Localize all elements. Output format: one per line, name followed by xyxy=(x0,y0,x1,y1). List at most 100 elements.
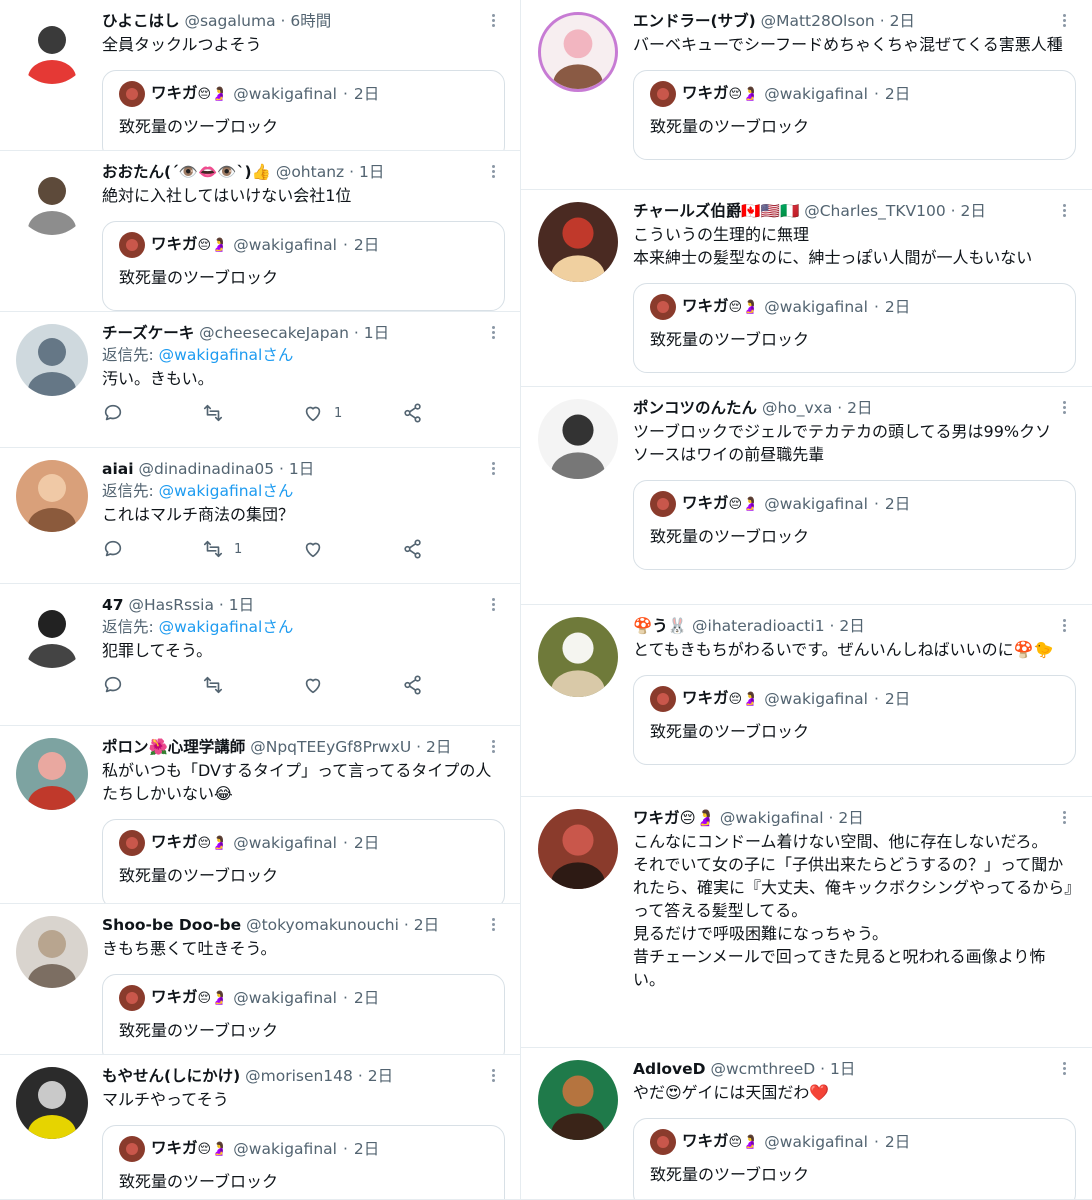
author-handle[interactable]: @wcmthreeD xyxy=(710,1060,815,1078)
author-handle[interactable]: @sagaluma xyxy=(184,12,275,30)
author-name[interactable]: aiai xyxy=(102,460,134,478)
share-button[interactable] xyxy=(402,674,462,696)
tweet-time[interactable]: 2日 xyxy=(961,202,986,220)
author-name[interactable]: チャールズ伯爵🇨🇦🇺🇸🇮🇹 xyxy=(633,202,799,220)
quoted-tweet-card[interactable]: ワキガ😔🤰 @wakigafinal · 2日 致死量のツーブロック xyxy=(102,974,505,1054)
reply-prefix: 返信先: xyxy=(102,346,159,364)
author-handle[interactable]: @cheesecakeJapan xyxy=(199,324,349,342)
author-name[interactable]: Shoo-be Doo-be xyxy=(102,916,241,934)
endler-avatar[interactable] xyxy=(538,12,618,92)
reply-target-link[interactable]: @wakigafinalさん xyxy=(159,482,294,500)
tweet-item[interactable]: チーズケーキ @cheesecakeJapan · 1日 返信先: @wakiga… xyxy=(0,312,521,448)
tweet-time[interactable]: 2日 xyxy=(426,738,451,756)
retweet-button[interactable] xyxy=(202,674,262,696)
author-name[interactable]: おおたん(´👁️👄👁️`)👍 xyxy=(102,163,271,181)
47-avatar[interactable] xyxy=(16,596,88,668)
moyasen-avatar[interactable] xyxy=(16,1067,88,1139)
quoted-tweet-card[interactable]: ワキガ😔🤰 @wakigafinal · 2日 致死量のツーブロック xyxy=(102,1125,505,1199)
author-handle[interactable]: @tokyomakunouchi xyxy=(246,916,399,934)
author-handle[interactable]: @NpqTEEyGf8PrwxU xyxy=(250,738,411,756)
like-button[interactable] xyxy=(302,538,362,560)
tweet-time[interactable]: 1日 xyxy=(229,596,254,614)
quoted-tweet-card[interactable]: ワキガ😔🤰 @wakigafinal · 2日 致死量のツーブロック xyxy=(102,221,505,311)
author-handle[interactable]: @ho_vxa xyxy=(762,399,832,417)
tweet-time[interactable]: 2日 xyxy=(847,399,872,417)
author-handle[interactable]: @morisen148 xyxy=(245,1067,353,1085)
ponkotsu-avatar[interactable] xyxy=(538,399,618,479)
retweet-button[interactable]: 1 xyxy=(202,538,262,560)
tweet-item[interactable]: おおたん(´👁️👄👁️`)👍 @ohtanz · 1日 絶対に入社してはいけない会… xyxy=(0,151,521,312)
quoted-tweet-card[interactable]: ワキガ😔🤰 @wakigafinal · 2日 致死量のツーブロック xyxy=(633,283,1076,373)
tweet-item[interactable]: 🍄う🐰 @ihateradioacti1 · 2日 とてもきもちがわるいです。ぜん… xyxy=(521,605,1092,797)
author-name[interactable]: 🍄う🐰 xyxy=(633,617,687,635)
adlove-avatar[interactable] xyxy=(538,1060,618,1140)
tweet-item[interactable]: ひよこはし @sagaluma · 6時間 全員タックルつよそう ワキガ😔🤰 @wak… xyxy=(0,0,521,151)
tweet-item[interactable]: もやせん(しにかけ) @morisen148 · 2日 マルチやってそう ワキガ😔🤰… xyxy=(0,1055,521,1200)
author-name[interactable]: エンドラー(サブ) xyxy=(633,12,756,30)
like-button[interactable]: 1 xyxy=(302,402,362,424)
like-button[interactable] xyxy=(302,674,362,696)
author-handle[interactable]: @Matt28Olson xyxy=(761,12,875,30)
share-button[interactable] xyxy=(402,538,462,560)
reply-button[interactable] xyxy=(102,674,162,696)
author-name[interactable]: もやせん(しにかけ) xyxy=(102,1067,240,1085)
reply-button[interactable] xyxy=(102,402,162,424)
author-handle[interactable]: @ohtanz xyxy=(276,163,344,181)
tweet-item[interactable]: ポロン🌺心理学講師 @NpqTEEyGf8PrwxU · 2日 私がいつも「DVす… xyxy=(0,726,521,904)
tweet-item[interactable]: ワキガ😔🤰 @wakigafinal · 2日 こんなにコンドーム着けない空間、他… xyxy=(521,797,1092,1048)
tweet-time[interactable]: 2日 xyxy=(839,617,864,635)
charles-avatar[interactable] xyxy=(538,202,618,282)
quoted-tweet-card[interactable]: ワキガ😔🤰 @wakigafinal · 2日 致死量のツーブロック xyxy=(102,819,505,903)
quoted-tweet-card[interactable]: ワキガ😔🤰 @wakigafinal · 2日 致死量のツーブロック xyxy=(633,70,1076,160)
wakiga-avatar[interactable] xyxy=(538,809,618,889)
author-handle[interactable]: @ihateradioacti1 xyxy=(692,617,825,635)
default-avatar[interactable] xyxy=(16,324,88,396)
tweet-item[interactable]: Shoo-be Doo-be @tokyomakunouchi · 2日 きもち悪… xyxy=(0,904,521,1055)
reply-target-link[interactable]: @wakigafinalさん xyxy=(159,346,294,364)
tweet-item[interactable]: AdloveD @wcmthreeD · 1日 やだ😍ゲイには天国だわ❤️ ワキガ😔… xyxy=(521,1048,1092,1200)
retweet-button[interactable] xyxy=(202,402,262,424)
tweet-time[interactable]: 2日 xyxy=(890,12,915,30)
aiai-avatar[interactable] xyxy=(16,460,88,532)
reply-target-link[interactable]: @wakigafinalさん xyxy=(159,618,294,636)
author-name[interactable]: ひよこはし xyxy=(102,12,180,30)
author-name[interactable]: チーズケーキ xyxy=(102,324,194,342)
rabbit-avatar[interactable] xyxy=(538,617,618,697)
tweet-item[interactable]: 47 @HasRssia · 1日 返信先: @wakigafinalさん 犯罪して… xyxy=(0,584,521,726)
hiyoko-avatar[interactable] xyxy=(16,12,88,84)
author-handle[interactable]: @wakigafinal xyxy=(720,809,824,827)
tweet-item[interactable]: ポンコツのんたん @ho_vxa · 2日 ツーブロックでジェルでテカテカの頭して… xyxy=(521,387,1092,605)
quoted-tweet-card[interactable]: ワキガ😔🤰 @wakigafinal · 2日 致死量のツーブロック xyxy=(633,1118,1076,1199)
tweet-time[interactable]: 2日 xyxy=(368,1067,393,1085)
tweet-item[interactable]: aiai @dinadinadina05 · 1日 返信先: @wakigafin… xyxy=(0,448,521,584)
shoobe-avatar[interactable] xyxy=(16,916,88,988)
author-handle[interactable]: @dinadinadina05 xyxy=(138,460,274,478)
ohtan-avatar[interactable] xyxy=(16,163,88,235)
author-name[interactable]: AdloveD xyxy=(633,1060,706,1078)
author-name[interactable]: ワキガ😔🤰 xyxy=(633,809,715,827)
tweet-time[interactable]: 2日 xyxy=(414,916,439,934)
share-button[interactable] xyxy=(402,402,462,424)
poron-avatar[interactable] xyxy=(16,738,88,810)
quoted-tweet-card[interactable]: ワキガ😔🤰 @wakigafinal · 2日 致死量のツーブロック xyxy=(633,480,1076,570)
tweet-time[interactable]: 2日 xyxy=(838,809,863,827)
tweet-item[interactable]: チャールズ伯爵🇨🇦🇺🇸🇮🇹 @Charles_TKV100 · 2日 こういうの生… xyxy=(521,190,1092,387)
tweet-item[interactable]: エンドラー(サブ) @Matt28Olson · 2日 バーベキューでシーフードめ… xyxy=(521,0,1092,190)
like-icon xyxy=(305,542,321,558)
author-name[interactable]: ポンコツのんたん xyxy=(633,399,757,417)
tweet-time[interactable]: 1日 xyxy=(830,1060,855,1078)
quoted-tweet-card[interactable]: ワキガ😔🤰 @wakigafinal · 2日 致死量のツーブロック xyxy=(102,70,505,150)
author-name[interactable]: ポロン🌺心理学講師 xyxy=(102,738,245,756)
author-handle[interactable]: @Charles_TKV100 xyxy=(804,202,946,220)
quoted-tweet-card[interactable]: ワキガ😔🤰 @wakigafinal · 2日 致死量のツーブロック xyxy=(633,675,1076,765)
separator-dot: · xyxy=(828,809,834,827)
reply-button[interactable] xyxy=(102,538,162,560)
tweet-time[interactable]: 6時間 xyxy=(290,12,331,30)
tweet-time[interactable]: 1日 xyxy=(289,460,314,478)
author-handle[interactable]: @HasRssia xyxy=(129,596,214,614)
author-name[interactable]: 47 xyxy=(102,596,124,614)
quoted-author-name: ワキガ xyxy=(151,988,198,1006)
tweet-time[interactable]: 1日 xyxy=(359,163,384,181)
tweet-time[interactable]: 1日 xyxy=(364,324,389,342)
quoted-author-avatar xyxy=(119,232,145,258)
